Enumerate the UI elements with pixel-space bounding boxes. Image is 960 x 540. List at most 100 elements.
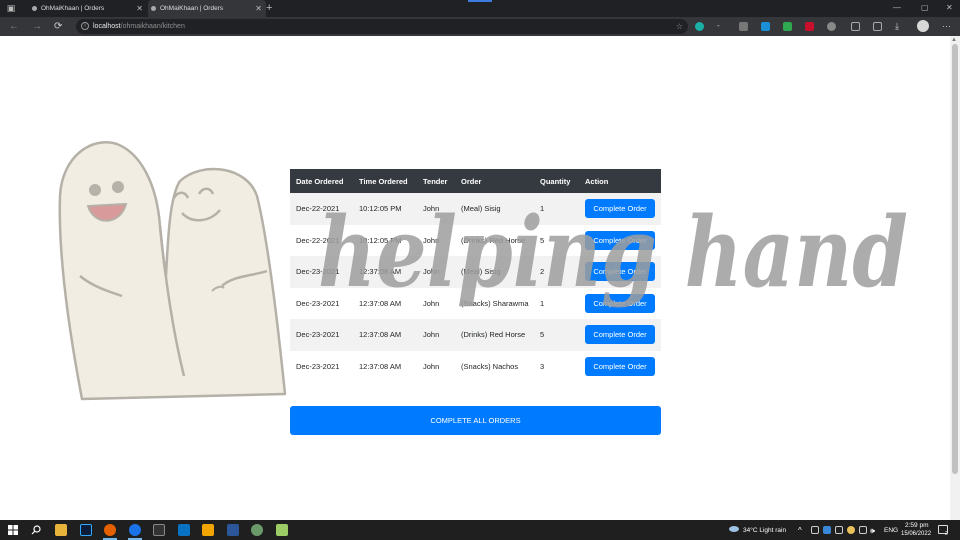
time-cell: 10:12:05 PM (359, 235, 402, 245)
quantity-cell: 3 (540, 361, 545, 371)
window-close-button[interactable]: ✕ (946, 0, 953, 16)
table-row: Dec-23-2021 12:37:08 AM John (Meal) Sisi… (290, 256, 661, 288)
column-header: Tender (417, 169, 455, 193)
downloads-icon[interactable]: ⤓ (895, 22, 904, 31)
favorites-icon[interactable] (851, 22, 860, 31)
extension-icon[interactable] (695, 22, 704, 31)
complete-order-button[interactable]: Complete Order (585, 230, 655, 250)
kitchen-page: Date Ordered Time Ordered Tender Order Q… (0, 36, 950, 520)
time-cell: 12:37:08 AM (359, 298, 402, 308)
tab-favicon-icon (151, 6, 156, 11)
action-cell: Complete Order (579, 319, 661, 351)
add-favorite-icon[interactable]: ☆ (676, 19, 683, 34)
url-path: /ohmaikhaan/kitchen (120, 23, 185, 30)
action-cell: Complete Order (579, 256, 661, 288)
page-scrollbar[interactable] (950, 36, 960, 520)
url-host: localhost (93, 23, 121, 30)
minimize-button[interactable]: — (893, 0, 901, 16)
tray-app-icon[interactable] (823, 526, 831, 534)
browser-tab-active[interactable]: OhMaiKhaan | Orders ✕ (148, 0, 266, 17)
tab-actions-icon[interactable]: ▣ (4, 2, 18, 15)
photoshop-icon[interactable] (80, 524, 92, 536)
site-info-icon[interactable]: i (81, 22, 89, 30)
clock-time[interactable]: 2:59 pm (905, 522, 929, 529)
new-tab-button[interactable]: + (266, 0, 272, 16)
firefox-icon[interactable] (104, 524, 116, 536)
tray-app-icon[interactable] (847, 526, 855, 534)
extension-icon[interactable]: - (717, 22, 726, 31)
forward-button[interactable]: → (32, 19, 42, 34)
word-icon[interactable] (227, 524, 239, 536)
settings-menu-icon[interactable]: ··· (942, 19, 951, 34)
hugging-characters-illustration (58, 141, 287, 401)
complete-order-button[interactable]: Complete Order (585, 262, 655, 282)
drag-indicator (468, 0, 492, 2)
reload-button[interactable]: ⟳ (54, 19, 62, 34)
extension-icon[interactable] (739, 22, 748, 31)
order-cell: (Snacks) Sharawma (461, 298, 529, 308)
order-cell: (Drinks) Red Horse (461, 235, 526, 245)
tender-cell: John (423, 298, 440, 308)
volume-icon[interactable]: 🕪 (870, 526, 875, 536)
action-cell: Complete Order (579, 225, 661, 257)
scrollbar-thumb[interactable] (952, 44, 958, 474)
orders-table: Date Ordered Time Ordered Tender Order Q… (290, 169, 661, 382)
app-icon[interactable] (251, 524, 263, 536)
tender-cell: John (417, 319, 455, 351)
tab-close-icon[interactable]: ✕ (255, 0, 262, 17)
browser-toolbar: ← → ⟳ i localhost/ohmaikhaan/kitchen ☆ -… (0, 17, 960, 36)
extension-icon[interactable] (805, 22, 814, 31)
column-header: Quantity (534, 169, 579, 193)
tender-cell: John (423, 361, 440, 371)
notification-count: 2 (945, 531, 948, 537)
tray-app-icon[interactable] (811, 526, 819, 534)
action-cell: Complete Order (579, 288, 661, 320)
collections-icon[interactable] (873, 22, 882, 31)
browser-tab[interactable]: OhMaiKhaan | Orders ✕ (29, 0, 147, 17)
table-row: Dec-23-2021 12:37:08 AM John (Snacks) Sh… (290, 288, 661, 320)
complete-order-button[interactable]: Complete Order (585, 293, 655, 313)
date-cell: Dec-22-2021 (290, 193, 353, 225)
vscode-icon[interactable] (178, 524, 190, 536)
time-cell: 12:37:08 AM (359, 361, 402, 371)
extension-icon[interactable] (827, 22, 836, 31)
address-bar[interactable]: i localhost/ohmaikhaan/kitchen ☆ (76, 19, 688, 34)
complete-order-button[interactable]: Complete Order (585, 356, 655, 376)
back-button[interactable]: ← (9, 19, 19, 34)
extension-icon[interactable] (761, 22, 770, 31)
date-cell: Dec-23-2021 (296, 298, 340, 308)
tender-cell: John (417, 256, 455, 288)
clock-date[interactable]: 15/06/2022 (901, 531, 931, 537)
windows-start-icon[interactable] (8, 525, 18, 535)
quantity-cell: 1 (540, 298, 545, 308)
tray-app-icon[interactable] (835, 526, 843, 534)
tab-title: OhMaiKhaan | Orders (41, 5, 105, 12)
file-explorer-icon[interactable] (55, 524, 67, 536)
order-cell: (Snacks) Nachos (461, 361, 519, 371)
extension-icon[interactable] (783, 22, 792, 31)
maximize-button[interactable]: ▢ (921, 0, 929, 16)
complete-all-orders-button[interactable]: Complete All Orders (290, 406, 661, 435)
date-cell: Dec-23-2021 (296, 361, 340, 371)
language-indicator[interactable]: ENG (884, 527, 898, 534)
complete-order-button[interactable]: Complete Order (585, 199, 655, 219)
table-row: Dec-22-2021 10:12:05 PM John (Drinks) Re… (290, 225, 661, 257)
tab-close-icon[interactable]: ✕ (136, 0, 143, 17)
column-header: Time Ordered (353, 169, 417, 193)
tray-chevron-icon[interactable]: ^ (798, 526, 802, 535)
complete-order-button[interactable]: Complete Order (585, 325, 655, 345)
notepad-icon[interactable] (276, 524, 288, 536)
scroll-up-icon[interactable]: ▲ (951, 37, 957, 43)
rain-cloud-icon[interactable] (728, 525, 740, 534)
column-header: Order (455, 169, 534, 193)
terminal-icon[interactable] (153, 524, 165, 536)
profile-avatar[interactable] (917, 20, 929, 32)
xampp-icon[interactable] (202, 524, 214, 536)
edge-icon[interactable] (129, 524, 141, 536)
order-cell: (Meal) Sisig (455, 193, 534, 225)
wifi-icon[interactable] (859, 526, 867, 534)
column-header: Date Ordered (290, 169, 353, 193)
weather-text[interactable]: 34°C Light rain (743, 527, 786, 534)
search-icon[interactable] (31, 525, 41, 535)
quantity-cell: 5 (534, 319, 579, 351)
